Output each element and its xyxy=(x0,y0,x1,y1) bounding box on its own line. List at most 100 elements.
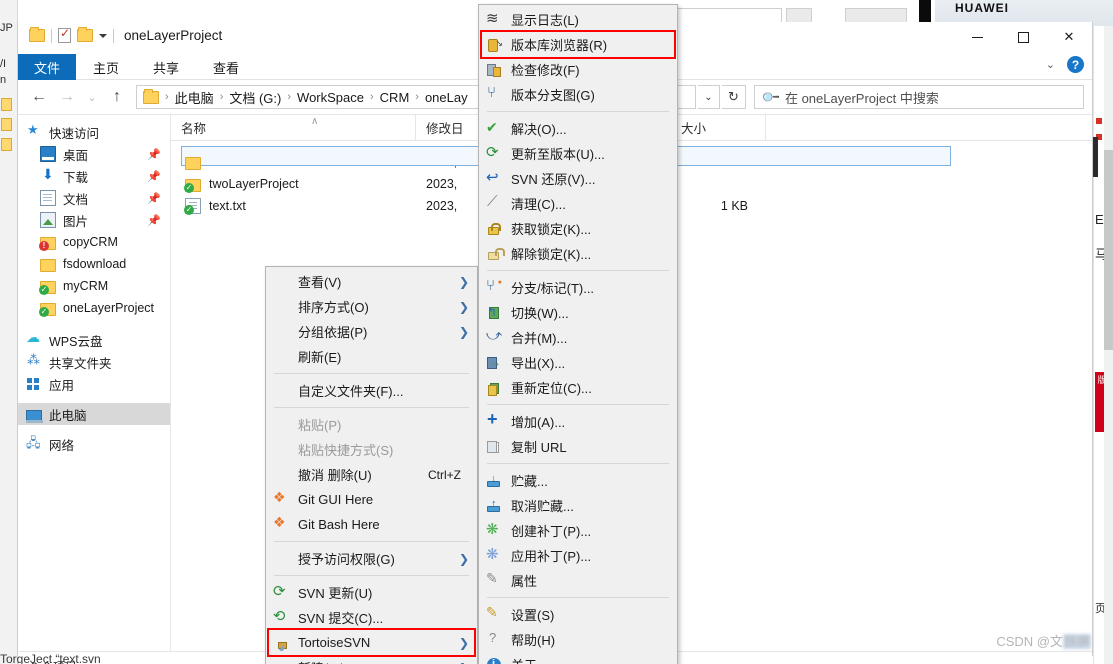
tab-home[interactable]: 主页 xyxy=(76,54,136,80)
submenu-item-relocate[interactable]: 重新定位(C)... xyxy=(479,375,677,400)
menu-item-label: 分支/标记(T)... xyxy=(511,281,595,296)
tab-share[interactable]: 共享 xyxy=(136,54,196,80)
breadcrumb-item-4[interactable]: oneLay xyxy=(425,90,468,105)
minimize-button[interactable] xyxy=(954,22,1000,52)
sidebar-item-mycrm[interactable]: myCRM xyxy=(18,275,170,297)
sidebar-item-desktop[interactable]: 桌面 📌 xyxy=(18,143,170,165)
sidebar-item-downloads[interactable]: 下载 📌 xyxy=(18,165,170,187)
menu-item-label: 关于 xyxy=(511,655,537,664)
menu-item-label: 撤消 删除(U) xyxy=(298,468,372,483)
menu-item-undo-delete[interactable]: 撤消 删除(U) Ctrl+Z xyxy=(266,462,477,487)
pin-icon[interactable]: 📌 xyxy=(147,148,161,161)
sidebar-item-documents[interactable]: 文档 📌 xyxy=(18,187,170,209)
file-name-cell: text.txt xyxy=(171,198,416,215)
svn-update-icon xyxy=(273,582,289,601)
breadcrumb-item-2[interactable]: WorkSpace xyxy=(297,90,364,105)
sidebar-item-label: 此电脑 xyxy=(49,408,87,423)
sidebar-item-network[interactable]: 网络 xyxy=(18,433,170,456)
up-button[interactable]: ↑ xyxy=(104,84,130,110)
breadcrumb-item-1[interactable]: 文档 (G:) xyxy=(229,88,281,107)
menu-item-new[interactable]: 新建(W) ❯ xyxy=(266,655,477,664)
submenu-item-svn-revert[interactable]: SVN 还原(V)... xyxy=(479,166,677,191)
sidebar-item-wps-cloud[interactable]: WPS云盘 xyxy=(18,329,170,351)
breadcrumb-item-3[interactable]: CRM xyxy=(380,90,410,105)
column-header-size[interactable]: 大小 xyxy=(671,115,766,141)
submenu-item-properties[interactable]: 属性 xyxy=(479,568,677,593)
submenu-item-settings[interactable]: 设置(S) xyxy=(479,602,677,627)
menu-item-label: 版本分支图(G) xyxy=(511,88,595,103)
back-button[interactable]: ← xyxy=(26,84,52,110)
tab-file[interactable]: 文件 xyxy=(18,54,77,80)
submenu-item-cleanup[interactable]: 清理(C)... xyxy=(479,191,677,216)
submenu-item-revision-graph[interactable]: 版本分支图(G) xyxy=(479,82,677,107)
menu-item-tortoisesvn[interactable]: TortoiseSVN ❯ xyxy=(266,628,477,657)
sidebar-item-onelayerproject[interactable]: oneLayerProject xyxy=(18,297,170,319)
submenu-item-branch-tag[interactable]: 分支/标记(T)... xyxy=(479,275,677,300)
submenu-item-check-modifications[interactable]: 检查修改(F) xyxy=(479,57,677,82)
submenu-item-repo-browser[interactable]: 版本库浏览器(R) xyxy=(479,30,677,59)
submenu-item-about[interactable]: 关于 xyxy=(479,652,677,664)
new-folder-icon[interactable] xyxy=(77,27,93,42)
background-scrollbar-thumb[interactable] xyxy=(1104,150,1113,350)
pin-icon[interactable]: 📌 xyxy=(147,214,161,227)
quick-access-toolbar: oneLayerProject xyxy=(29,26,222,43)
submenu-item-switch[interactable]: 切换(W)... xyxy=(479,300,677,325)
submenu-item-merge[interactable]: 合并(M)... xyxy=(479,325,677,350)
refresh-button[interactable]: ↻ xyxy=(722,85,746,109)
menu-item-git-bash-here[interactable]: Git Bash Here xyxy=(266,512,477,537)
background-scrollbar-track[interactable] xyxy=(1104,0,1113,664)
chevron-down-icon[interactable] xyxy=(99,33,107,38)
submenu-item-update-to-revision[interactable]: 更新至版本(U)... xyxy=(479,141,677,166)
switch-icon xyxy=(486,305,502,321)
submenu-item-stash[interactable]: 贮藏... xyxy=(479,468,677,493)
copy-url-icon xyxy=(486,439,502,455)
sidebar-item-copycrm[interactable]: copyCRM xyxy=(18,231,170,253)
sidebar-item-this-pc[interactable]: 此电脑 xyxy=(18,403,170,425)
pin-icon[interactable]: 📌 xyxy=(147,170,161,183)
chevron-right-icon: ❯ xyxy=(458,299,469,314)
menu-item-svn-commit[interactable]: SVN 提交(C)... xyxy=(266,605,477,630)
folder-icon[interactable] xyxy=(29,27,45,42)
menu-item-give-access-to[interactable]: 授予访问权限(G) ❯ xyxy=(266,546,477,571)
menu-item-view[interactable]: 查看(V) ❯ xyxy=(266,269,477,294)
sidebar-item-label: 图片 xyxy=(63,214,89,229)
submenu-item-export[interactable]: 导出(X)... xyxy=(479,350,677,375)
menu-item-refresh[interactable]: 刷新(E) xyxy=(266,344,477,369)
forward-button[interactable]: → xyxy=(54,84,80,110)
address-dropdown-button[interactable]: ⌄ xyxy=(698,85,720,109)
sidebar-item-quick-access[interactable]: 快速访问 xyxy=(18,121,170,143)
submenu-item-show-log[interactable]: 显示日志(L) xyxy=(479,7,677,32)
submenu-item-get-lock[interactable]: 获取锁定(K)... xyxy=(479,216,677,241)
submenu-item-resolve[interactable]: 解决(O)... xyxy=(479,116,677,141)
column-header-name[interactable]: 名称 xyxy=(171,115,416,141)
tab-view[interactable]: 查看 xyxy=(196,54,256,80)
submenu-item-help[interactable]: 帮助(H) xyxy=(479,627,677,652)
menu-item-label: 切换(W)... xyxy=(511,306,569,321)
search-box[interactable]: 🔍 在 oneLayerProject 中搜索 xyxy=(754,85,1084,109)
sidebar-item-apps[interactable]: 应用 xyxy=(18,373,170,395)
menu-item-label: 取消贮藏... xyxy=(511,499,574,514)
submenu-item-add[interactable]: 增加(A)... xyxy=(479,409,677,434)
properties-icon[interactable] xyxy=(58,26,71,43)
sidebar-item-fsdownload[interactable]: fsdownload xyxy=(18,253,170,275)
menu-item-sort-by[interactable]: 排序方式(O) ❯ xyxy=(266,294,477,319)
menu-item-label: 解决(O)... xyxy=(511,122,567,137)
submenu-item-apply-patch[interactable]: 应用补丁(P)... xyxy=(479,543,677,568)
chevron-down-icon[interactable]: ⌄ xyxy=(1046,58,1055,71)
help-button[interactable]: ? xyxy=(1067,56,1084,73)
menu-item-git-gui-here[interactable]: Git GUI Here xyxy=(266,487,477,512)
recent-locations-button[interactable]: ⌄ xyxy=(82,84,102,110)
pin-icon[interactable]: 📌 xyxy=(147,192,161,205)
menu-item-group-by[interactable]: 分组依据(P) ❯ xyxy=(266,319,477,344)
maximize-button[interactable] xyxy=(1000,22,1046,52)
submenu-item-unstash[interactable]: 取消贮藏... xyxy=(479,493,677,518)
submenu-item-copy-url[interactable]: 复制 URL xyxy=(479,434,677,459)
sidebar-item-pictures[interactable]: 图片 📌 xyxy=(18,209,170,231)
submenu-item-release-lock[interactable]: 解除锁定(K)... xyxy=(479,241,677,266)
sidebar-item-shared-folder[interactable]: 共享文件夹 xyxy=(18,351,170,373)
breadcrumb-item-0[interactable]: 此电脑 xyxy=(175,88,214,107)
menu-item-svn-update[interactable]: SVN 更新(U) xyxy=(266,580,477,605)
menu-item-customize-folder[interactable]: 自定义文件夹(F)... xyxy=(266,378,477,403)
close-button[interactable]: ✕ xyxy=(1046,22,1092,52)
submenu-item-create-patch[interactable]: 创建补丁(P)... xyxy=(479,518,677,543)
